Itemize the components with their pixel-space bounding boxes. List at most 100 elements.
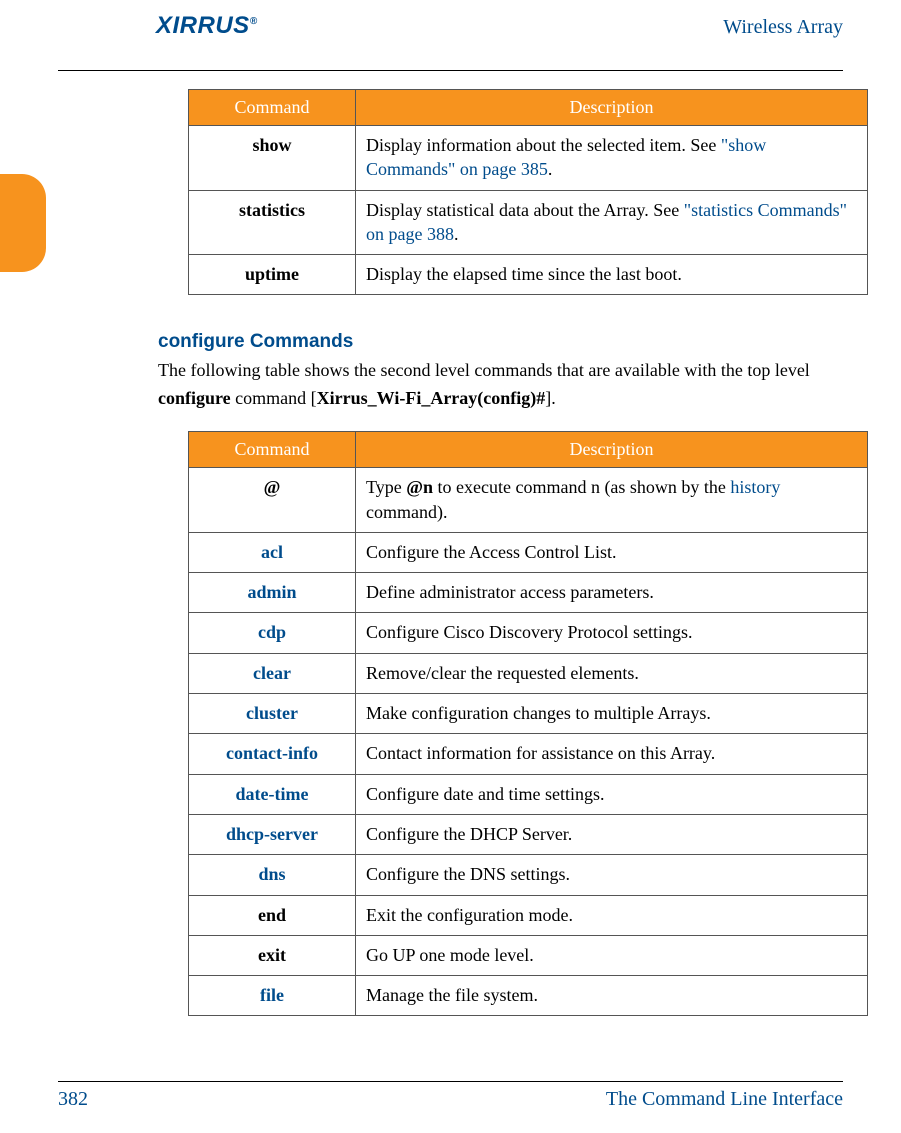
desc-cell: Type @n to execute command n (as shown b… — [356, 468, 868, 533]
brand-logo: XIRRUS® — [156, 12, 258, 40]
desc-text: Display statistical data about the Array… — [366, 200, 684, 220]
table-row: cdp Configure Cisco Discovery Protocol s… — [189, 613, 868, 653]
table-row: clear Remove/clear the requested element… — [189, 653, 868, 693]
cmd-cell-clear: clear — [189, 653, 356, 693]
page-content: Command Description show Display informa… — [0, 71, 901, 1016]
col-header-command: Command — [189, 90, 356, 126]
page-header: XIRRUS® Wireless Array — [58, 0, 843, 71]
intro-text-post: ]. — [545, 388, 556, 408]
desc-cell: Go UP one mode level. — [356, 935, 868, 975]
col-header-command: Command — [189, 432, 356, 468]
intro-bold-configure: configure — [158, 388, 231, 408]
cmd-cell-show: show — [189, 126, 356, 191]
table-row: end Exit the configuration mode. — [189, 895, 868, 935]
table-row: cluster Make configuration changes to mu… — [189, 694, 868, 734]
cmd-cell-uptime: uptime — [189, 255, 356, 295]
brand-text: XIRRUS — [156, 12, 250, 39]
command-table-configure: Command Description @ Type @n to execute… — [188, 431, 868, 1016]
table-row: dhcp-server Configure the DHCP Server. — [189, 814, 868, 854]
desc-text-post: command). — [366, 502, 447, 522]
intro-text: The following table shows the second lev… — [158, 360, 810, 380]
cmd-link[interactable]: file — [260, 985, 284, 1005]
table-row: file Manage the file system. — [189, 976, 868, 1016]
cmd-cell-at: @ — [189, 468, 356, 533]
desc-cell: Exit the configuration mode. — [356, 895, 868, 935]
table-row: admin Define administrator access parame… — [189, 573, 868, 613]
desc-text: Type — [366, 477, 406, 497]
page-footer: 382 The Command Line Interface — [58, 1081, 843, 1111]
command-table-top: Command Description show Display informa… — [188, 89, 868, 295]
desc-text: Display information about the selected i… — [366, 135, 721, 155]
desc-cell: Display information about the selected i… — [356, 126, 868, 191]
desc-cell: Configure the DNS settings. — [356, 855, 868, 895]
thumb-index-tab — [0, 174, 46, 272]
desc-cell: Configure Cisco Discovery Protocol setti… — [356, 613, 868, 653]
cmd-name: uptime — [245, 264, 299, 284]
desc-cell: Configure the Access Control List. — [356, 532, 868, 572]
desc-text-post: . — [548, 159, 553, 179]
cmd-link[interactable]: admin — [247, 582, 296, 602]
page: XIRRUS® Wireless Array Command Descripti… — [0, 0, 901, 1133]
cmd-cell-acl: acl — [189, 532, 356, 572]
desc-cell: Make configuration changes to multiple A… — [356, 694, 868, 734]
table-row: contact-info Contact information for ass… — [189, 734, 868, 774]
table-row: show Display information about the selec… — [189, 126, 868, 191]
cmd-cell-date-time: date-time — [189, 774, 356, 814]
cmd-link[interactable]: acl — [261, 542, 283, 562]
cmd-name: exit — [258, 945, 286, 965]
desc-text-mid: to execute command n (as shown by the — [433, 477, 730, 497]
cmd-cell-exit: exit — [189, 935, 356, 975]
section-intro: The following table shows the second lev… — [158, 357, 839, 413]
desc-cell: Display statistical data about the Array… — [356, 190, 868, 255]
table-row: @ Type @n to execute command n (as shown… — [189, 468, 868, 533]
intro-bold-prompt: Xirrus_Wi-Fi_Array(config)# — [317, 388, 546, 408]
cmd-link[interactable]: contact-info — [226, 743, 318, 763]
cmd-cell-contact-info: contact-info — [189, 734, 356, 774]
cmd-link[interactable]: dns — [258, 864, 285, 884]
cmd-cell-end: end — [189, 895, 356, 935]
cmd-link[interactable]: date-time — [236, 784, 309, 804]
desc-cell: Manage the file system. — [356, 976, 868, 1016]
page-number: 382 — [58, 1088, 88, 1110]
intro-text-mid: command [ — [231, 388, 317, 408]
desc-cell: Display the elapsed time since the last … — [356, 255, 868, 295]
section-heading-configure-commands: configure Commands — [158, 331, 839, 353]
desc-cell: Define administrator access parameters. — [356, 573, 868, 613]
table-row: statistics Display statistical data abou… — [189, 190, 868, 255]
cmd-cell-file: file — [189, 976, 356, 1016]
desc-bold: @n — [406, 477, 433, 497]
cmd-name: @ — [264, 477, 281, 497]
desc-cell: Remove/clear the requested elements. — [356, 653, 868, 693]
cmd-name: show — [252, 135, 291, 155]
cmd-cell-admin: admin — [189, 573, 356, 613]
desc-cell: Configure the DHCP Server. — [356, 814, 868, 854]
cmd-link[interactable]: cdp — [258, 622, 286, 642]
cmd-cell-statistics: statistics — [189, 190, 356, 255]
cmd-cell-cluster: cluster — [189, 694, 356, 734]
cross-ref-link[interactable]: history — [730, 477, 780, 497]
desc-text-post: . — [454, 224, 459, 244]
cmd-link[interactable]: dhcp-server — [226, 824, 318, 844]
table-row: dns Configure the DNS settings. — [189, 855, 868, 895]
desc-cell: Contact information for assistance on th… — [356, 734, 868, 774]
table-header-row: Command Description — [189, 432, 868, 468]
desc-cell: Configure date and time settings. — [356, 774, 868, 814]
brand-reg: ® — [250, 16, 258, 27]
table-row: date-time Configure date and time settin… — [189, 774, 868, 814]
cmd-cell-cdp: cdp — [189, 613, 356, 653]
cmd-cell-dns: dns — [189, 855, 356, 895]
table-header-row: Command Description — [189, 90, 868, 126]
footer-title: The Command Line Interface — [606, 1088, 843, 1111]
col-header-description: Description — [356, 90, 868, 126]
cmd-name: end — [258, 905, 286, 925]
document-title: Wireless Array — [723, 16, 843, 39]
desc-text: Display the elapsed time since the last … — [366, 264, 682, 284]
cmd-link[interactable]: cluster — [246, 703, 298, 723]
table-row: exit Go UP one mode level. — [189, 935, 868, 975]
cmd-name: statistics — [239, 200, 305, 220]
cmd-cell-dhcp-server: dhcp-server — [189, 814, 356, 854]
col-header-description: Description — [356, 432, 868, 468]
cmd-link[interactable]: clear — [253, 663, 291, 683]
table-row: uptime Display the elapsed time since th… — [189, 255, 868, 295]
table-row: acl Configure the Access Control List. — [189, 532, 868, 572]
